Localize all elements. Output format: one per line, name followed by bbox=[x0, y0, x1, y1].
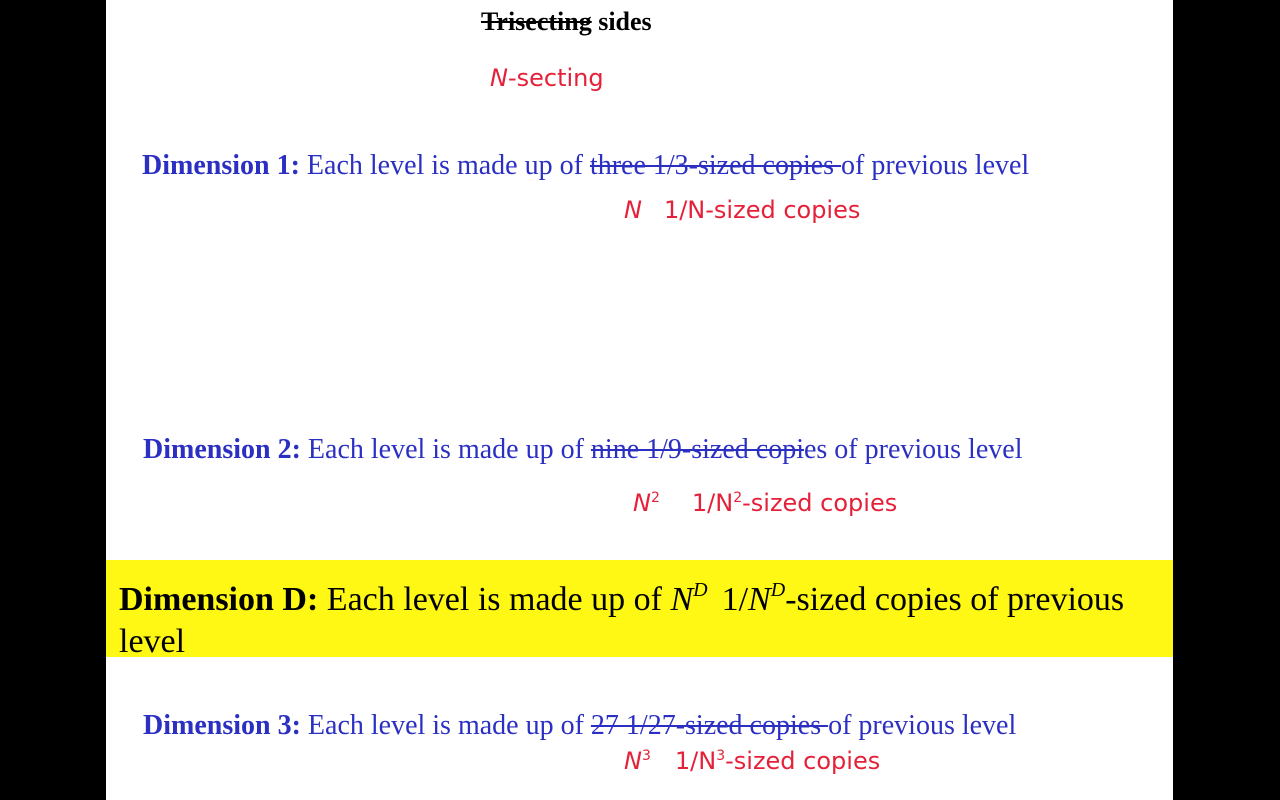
dimension-2-annotation-rest-a: 1/N bbox=[691, 489, 734, 517]
annotation-n: N bbox=[490, 64, 508, 92]
dimension-2-annotation-rest-exp: 2 bbox=[733, 490, 743, 506]
dimension-d-count-exp: D bbox=[693, 579, 708, 601]
dimension-3-label: Dimension 3: bbox=[143, 710, 301, 741]
annotation-n-secting: N-secting bbox=[490, 64, 604, 92]
dimension-2-struck: nine 1/9-sized copi bbox=[590, 434, 804, 465]
dimension-1-line: Dimension 1: Each level is made up of th… bbox=[142, 150, 1029, 182]
dimension-3-annotation-rest-b: -sized copies bbox=[725, 747, 881, 775]
dimension-2-annotation-count: N bbox=[633, 489, 651, 517]
title-rest: sides bbox=[591, 7, 652, 36]
dimension-3-struck: 27 1/27-sized copies bbox=[590, 710, 829, 741]
annotation-n-secting-rest: -secting bbox=[507, 64, 604, 92]
dimension-2-annotation-rest-b: -sized copies bbox=[742, 489, 898, 517]
dimension-d-frac-exp: D bbox=[770, 579, 786, 601]
dimension-1-tail: of previous level bbox=[841, 150, 1030, 181]
dimension-d-frac-a: 1/ bbox=[721, 581, 749, 618]
dimension-d-lead: Each level is made up of bbox=[318, 581, 671, 618]
dimension-2-annotation-count-exp: 2 bbox=[650, 490, 660, 506]
dimension-3-annotation: N3 1/N3-sized copies bbox=[624, 747, 880, 775]
dimension-2-line: Dimension 2: Each level is made up of ni… bbox=[143, 434, 1022, 466]
dimension-3-annotation-rest-exp: 3 bbox=[716, 748, 726, 764]
dimension-3-annotation-count: N bbox=[624, 747, 642, 775]
dimension-2-annotation: N2 1/N2-sized copies bbox=[633, 489, 897, 517]
dimension-1-struck: three 1/3-sized copies bbox=[589, 150, 842, 181]
dimension-2-lead: Each level is made up of bbox=[300, 434, 591, 465]
slide-title: Trisecting sides bbox=[481, 7, 652, 37]
dimension-d-frac: ND bbox=[748, 579, 786, 618]
dimension-2-tail: es of previous level bbox=[803, 434, 1023, 465]
dimension-2-label: Dimension 2: bbox=[143, 434, 301, 465]
dimension-d-count: ND bbox=[670, 579, 708, 618]
dimension-1-annotation: N 1/N-sized copies bbox=[624, 196, 860, 224]
dimension-3-annotation-rest-a: 1/N bbox=[674, 747, 717, 775]
dimension-d-count-base: N bbox=[670, 581, 694, 618]
dimension-1-annotation-count: N bbox=[624, 196, 642, 224]
dimension-1-label: Dimension 1: bbox=[142, 150, 300, 181]
dimension-d-highlight: Dimension D: Each level is made up of ND… bbox=[106, 560, 1173, 660]
slide: Trisecting sides N-secting Dimension 1: … bbox=[106, 0, 1173, 800]
dimension-d-label: Dimension D: bbox=[119, 581, 319, 618]
dimension-d-frac-base: N bbox=[748, 581, 771, 618]
dimension-3-line: Dimension 3: Each level is made up of 27… bbox=[143, 710, 1016, 742]
dimension-d-line: Dimension D: Each level is made up of ND… bbox=[119, 569, 1159, 663]
dimension-1-annotation-rest: 1/N-sized copies bbox=[663, 196, 861, 224]
title-struck-word: Trisecting bbox=[481, 7, 592, 36]
dimension-3-annotation-count-exp: 3 bbox=[641, 748, 651, 764]
dimension-3-tail: of previous level bbox=[828, 710, 1017, 741]
dimension-3-lead: Each level is made up of bbox=[300, 710, 591, 741]
dimension-1-lead: Each level is made up of bbox=[299, 150, 590, 181]
